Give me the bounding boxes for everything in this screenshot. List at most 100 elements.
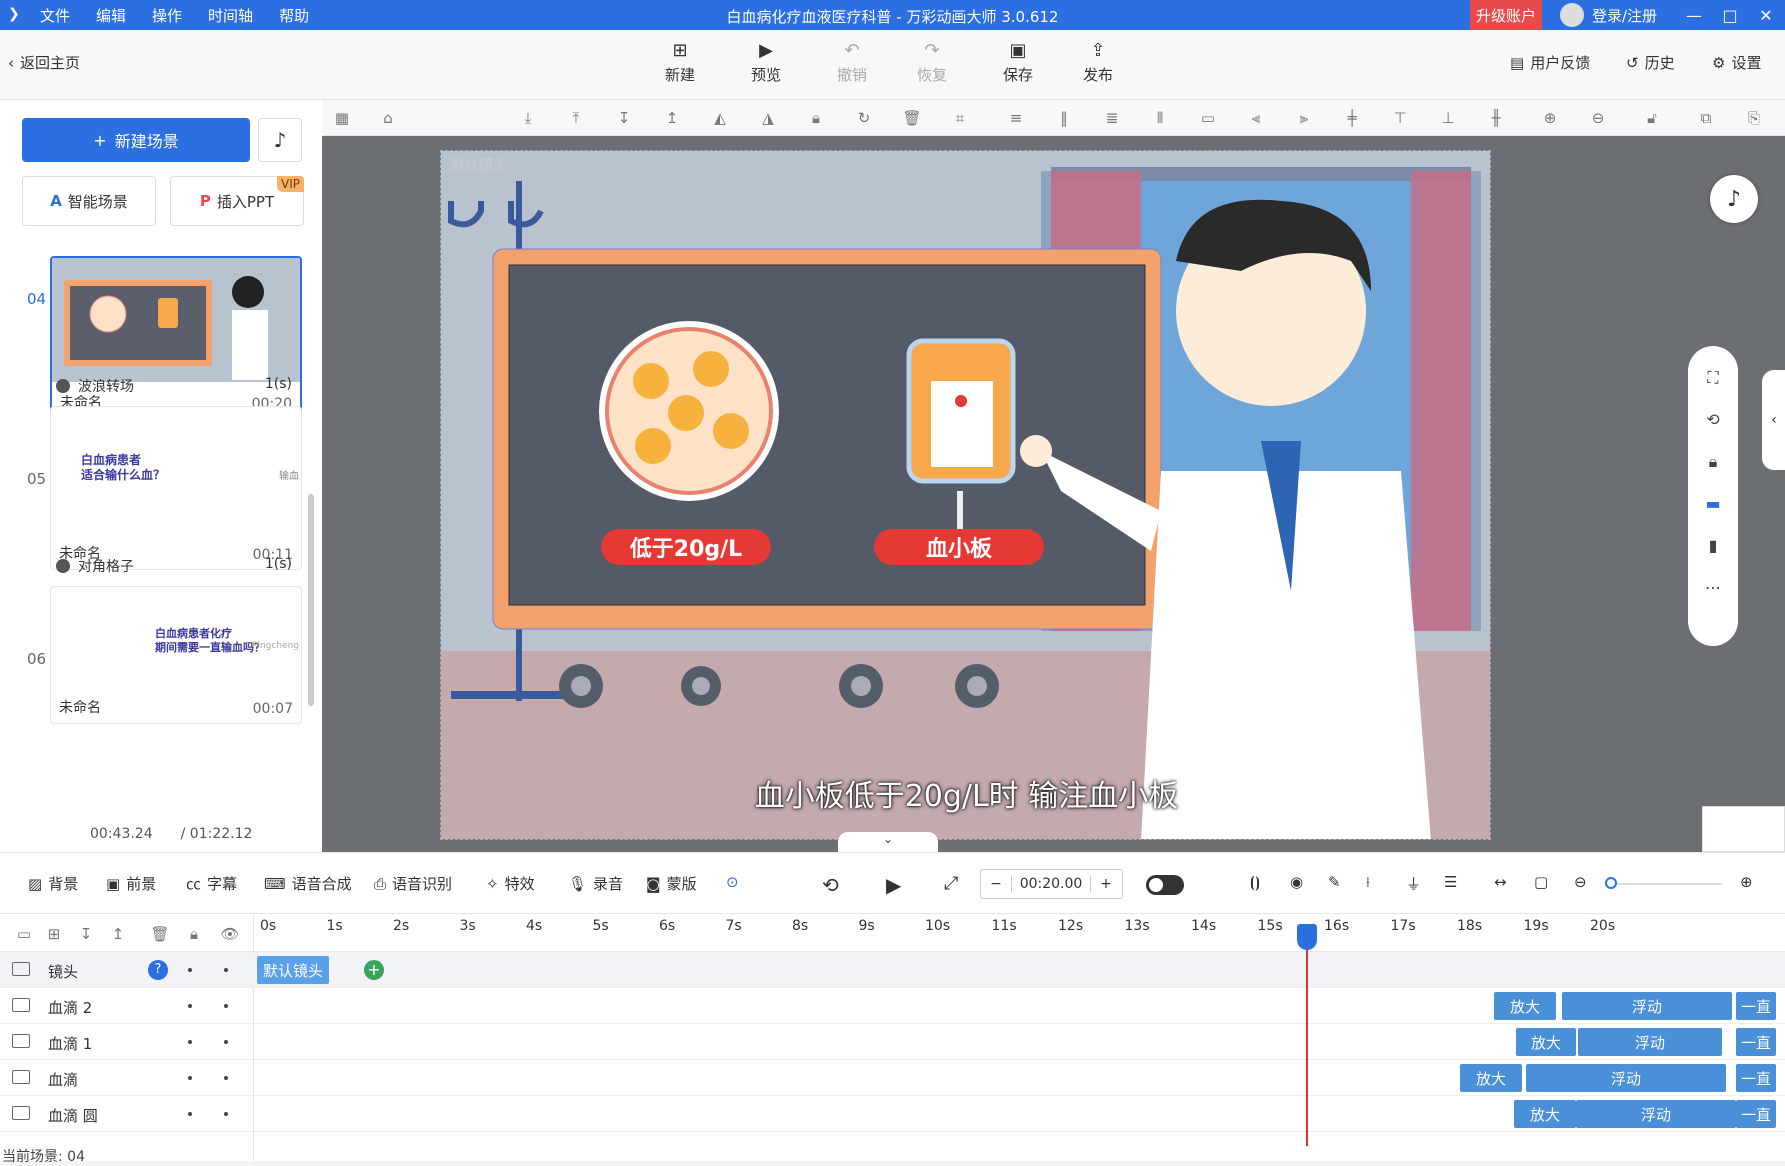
move-down-icon[interactable]: ↧ <box>614 108 634 128</box>
persist-clip[interactable]: 一直 <box>1736 1100 1776 1128</box>
visibility-dot[interactable] <box>188 1040 192 1044</box>
preview-button[interactable]: ▶ 预览 <box>738 40 794 85</box>
redo-button[interactable]: ↷ 恢复 <box>904 40 960 85</box>
duration-stepper[interactable]: − 00:20.00 + <box>980 869 1123 899</box>
track-row[interactable]: 血滴 1 放大 浮动 一直 <box>0 1024 1785 1060</box>
lock-icon[interactable]: 🔒︎ <box>184 924 204 944</box>
zoom-slider-knob[interactable] <box>1605 877 1617 889</box>
back-home-button[interactable]: ‹ 返回主页 <box>8 52 80 73</box>
align-bottom-icon[interactable]: ⊥ <box>1438 108 1458 128</box>
plus-button[interactable]: + <box>1091 876 1121 892</box>
time-ruler[interactable]: 0s 1s 2s 3s 4s 5s 6s 7s 8s 9s 10s 11s 12s 13s 14s 15s 16… <box>254 914 1785 952</box>
flip-v-icon[interactable]: ◮ <box>758 108 778 128</box>
lock-icon[interactable]: 🔒︎ <box>806 108 826 128</box>
collapse-timeline-button[interactable]: ⌄ <box>838 832 938 852</box>
close-icon[interactable]: ✕ <box>1748 0 1784 30</box>
delete-icon[interactable]: 🗑︎ <box>902 108 922 128</box>
unlock-icon[interactable]: 🔓︎ <box>1642 108 1662 128</box>
record-button[interactable]: 🎙︎ 录音 <box>568 873 623 894</box>
new-scene-button[interactable]: + 新建场景 <box>22 118 250 162</box>
add-camera-icon[interactable]: + <box>364 960 384 980</box>
menu-timeline[interactable]: 时间轴 <box>208 5 253 26</box>
minus-button[interactable]: − <box>981 876 1011 892</box>
visibility-dot[interactable] <box>188 968 192 972</box>
landscape-icon[interactable]: ▬ <box>1701 494 1725 518</box>
menu-help[interactable]: 帮助 <box>279 5 309 26</box>
float-clip[interactable]: 浮动 <box>1576 1100 1736 1128</box>
lock-dot[interactable] <box>224 968 228 972</box>
zoom-out-icon[interactable]: ⊖ <box>1588 108 1608 128</box>
split-icon[interactable]: ⟊ <box>1366 873 1370 891</box>
zoom-clip[interactable]: 放大 <box>1514 1100 1576 1128</box>
transition-item[interactable]: 波浪转场 1(s) <box>56 376 292 396</box>
lock-dot[interactable] <box>224 1076 228 1080</box>
undo-button[interactable]: ↶ 撤销 <box>824 40 880 85</box>
adjust-icon[interactable]: ☰ <box>1444 873 1457 891</box>
track-row[interactable]: 血滴 圆 放大 浮动 一直 <box>0 1096 1785 1132</box>
zoom-in-icon[interactable]: ⊕ <box>1540 108 1560 128</box>
visibility-dot[interactable] <box>188 1004 192 1008</box>
edit-icon[interactable]: ✎ <box>1328 873 1341 891</box>
align-right-icon[interactable]: ⫸ <box>1294 108 1314 128</box>
history-button[interactable]: ↺ 历史 <box>1626 52 1675 73</box>
move-up-icon[interactable]: ↥ <box>662 108 682 128</box>
tts-button[interactable]: ⌨ 语音合成 <box>264 873 352 894</box>
zoom-clip[interactable]: 放大 <box>1460 1064 1522 1092</box>
lock-dot[interactable] <box>224 1112 228 1116</box>
zoom-in-icon[interactable]: ⊕ <box>1740 873 1753 891</box>
track-fit-icon[interactable]: ⦗⦘ <box>1250 873 1260 891</box>
menu-edit[interactable]: 编辑 <box>96 5 126 26</box>
save-button[interactable]: ▣ 保存 <box>990 40 1046 85</box>
label-below-20[interactable]: 低于20g/L <box>601 531 771 563</box>
replay-button[interactable]: ⟲ <box>822 873 839 897</box>
align-left-icon[interactable]: ⫷ <box>1246 108 1266 128</box>
lock-dot[interactable] <box>224 1040 228 1044</box>
scene-card-06[interactable]: 白血病患者化疗 期间需要一直输血吗？ Pingcheng 未命名 00:07 <box>50 586 302 724</box>
zoom-out-icon[interactable]: ⊖ <box>1574 873 1587 891</box>
toggle-switch[interactable] <box>1146 875 1184 895</box>
distribute-h-icon[interactable]: ⦀ <box>1150 108 1170 128</box>
same-width-icon[interactable]: ▭ <box>1198 108 1218 128</box>
settings-button[interactable]: ⚙ 设置 <box>1712 52 1761 73</box>
move-up-icon[interactable]: ↥ <box>108 924 128 944</box>
collapse-panel-button[interactable]: ‹ <box>1762 370 1785 470</box>
move-down-icon[interactable]: ↧ <box>76 924 96 944</box>
persist-clip[interactable]: 一直 <box>1736 992 1776 1020</box>
camera-clip[interactable]: 默认镜头 <box>257 956 329 984</box>
publish-button[interactable]: ⇪ 发布 <box>1070 40 1126 85</box>
track-row[interactable]: 血滴 2 放大 浮动 一直 <box>0 988 1785 1024</box>
visibility-dot[interactable] <box>188 1076 192 1080</box>
zoom-clip[interactable]: 放大 <box>1516 1028 1576 1056</box>
delete-icon[interactable]: 🗑︎ <box>150 924 170 944</box>
portrait-icon[interactable]: ▮ <box>1701 536 1725 560</box>
background-button[interactable]: ▨ 背景 <box>28 873 78 894</box>
bring-bottom-icon[interactable]: ⤓ <box>518 108 538 128</box>
subtitle-text[interactable]: 血小板低于20g/L时 输注血小板 <box>441 771 1490 815</box>
lock-icon[interactable]: 🔒︎ <box>1701 452 1725 476</box>
fullscreen-button[interactable]: ⤢ <box>944 873 958 894</box>
music-button[interactable]: ♪ <box>258 118 302 162</box>
persist-clip[interactable]: 一直 <box>1736 1028 1776 1056</box>
align-top-icon[interactable]: ⊤ <box>1390 108 1410 128</box>
new-folder-icon[interactable]: ▭ <box>14 924 34 944</box>
add-layer-icon[interactable]: ⊞ <box>44 924 64 944</box>
distribute-v-icon[interactable]: ≣ <box>1102 108 1122 128</box>
fit-width-icon[interactable]: ↔ <box>1494 873 1507 891</box>
fit-screen-icon[interactable]: ⛶ <box>1701 368 1725 392</box>
flip-h-icon[interactable]: ◭ <box>710 108 730 128</box>
transition-item[interactable]: 对角格子 1(s) <box>56 556 292 576</box>
eye-icon[interactable]: 👁︎ <box>220 924 240 944</box>
rotate-screen-icon[interactable]: ⟲ <box>1701 410 1725 434</box>
login-button[interactable]: 登录/注册 <box>1560 0 1657 30</box>
feedback-button[interactable]: ▤ 用户反馈 <box>1510 52 1590 73</box>
new-button[interactable]: ⊞ 新建 <box>652 40 708 85</box>
maximize-icon[interactable]: □ <box>1712 0 1748 30</box>
smart-scene-button[interactable]: A 智能场景 <box>22 176 156 226</box>
float-clip[interactable]: 浮动 <box>1562 992 1732 1020</box>
copy-icon[interactable]: ⧉ <box>1696 108 1716 128</box>
help-icon[interactable]: ? <box>148 960 168 980</box>
upgrade-button[interactable]: 升级账户 <box>1470 0 1542 30</box>
stage-canvas[interactable]: 默认镜头 低于20g/L 血小板 血小板低于20g/L时 输注血小板 <box>440 150 1491 840</box>
minimap[interactable] <box>1702 806 1785 852</box>
bgm-button[interactable]: ♪ <box>1710 175 1758 223</box>
